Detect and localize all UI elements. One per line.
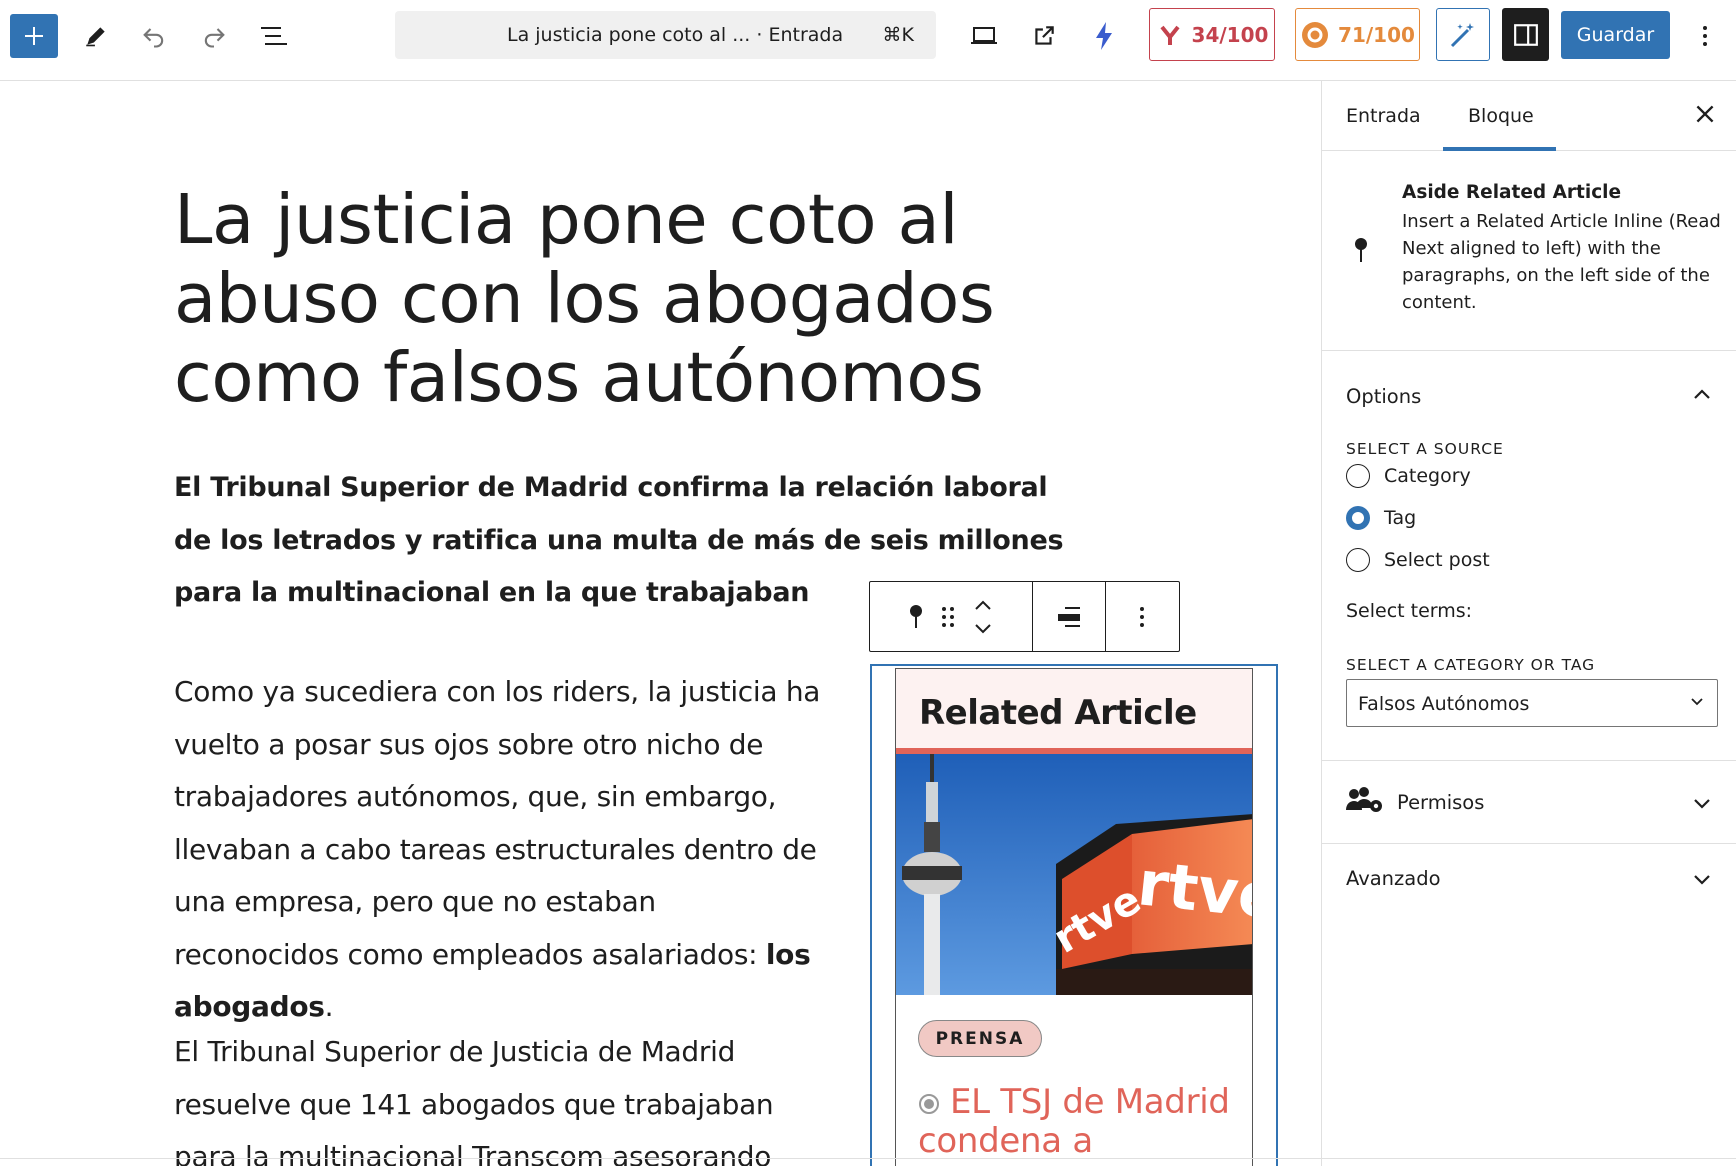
bottom-divider	[0, 1158, 1736, 1159]
tools-button[interactable]	[78, 18, 114, 54]
related-article-tag[interactable]: PRENSA	[918, 1020, 1042, 1057]
related-article-image[interactable]: rtve rtve	[896, 754, 1252, 995]
settings-sidebar: Entrada Bloque Aside Related Article Ins…	[1321, 81, 1736, 1166]
block-description: Insert a Related Article Inline (Read Ne…	[1402, 211, 1721, 313]
options-menu-button[interactable]	[1690, 18, 1720, 54]
related-article-heading: Related Article	[919, 693, 1197, 733]
yoast-score: 34/100	[1191, 22, 1269, 47]
radio-category[interactable]: Category	[1346, 464, 1471, 488]
pin-icon	[1355, 238, 1367, 262]
more-vertical-icon	[1703, 26, 1707, 46]
category-tag-label: SELECT A CATEGORY OR TAG	[1346, 656, 1596, 674]
editor-canvas: La justicia pone coto al abuso con los a…	[0, 81, 1321, 1166]
related-article-block[interactable]: Related Article rtve rtve PRENSA EL TSJ …	[870, 664, 1278, 1166]
undo-icon	[143, 28, 164, 48]
jetpack-boost-button[interactable]	[1084, 16, 1124, 56]
tab-entrada[interactable]: Entrada	[1346, 105, 1421, 127]
command-type: · Entrada	[756, 24, 844, 46]
move-up-down-icon[interactable]	[973, 597, 993, 637]
radio-tag-label: Tag	[1384, 507, 1417, 529]
chevron-down-icon	[1694, 799, 1710, 809]
radio-select-post[interactable]: Select post	[1346, 548, 1490, 572]
radio-dot-icon	[919, 1093, 939, 1114]
rtve-logo-text: rtve	[1134, 846, 1252, 934]
undo-button[interactable]	[136, 18, 172, 54]
settings-panel-toggle[interactable]	[1502, 8, 1549, 61]
command-palette[interactable]: La justicia pone coto al ... · Entrada ⌘…	[395, 11, 936, 59]
chevron-up-icon[interactable]	[1692, 387, 1712, 401]
list-view-icon	[261, 27, 287, 45]
tower-photo-icon: rtve rtve	[896, 754, 1252, 995]
radio-circle	[1346, 548, 1370, 572]
pin-icon[interactable]	[909, 604, 923, 630]
plus-icon	[25, 27, 43, 45]
radio-category-label: Category	[1384, 465, 1471, 487]
chevron-down-icon	[1694, 875, 1710, 885]
command-shortcut: ⌘K	[882, 24, 914, 46]
related-article-body: PRENSA EL TSJ de Madrid condena a	[896, 995, 1252, 1166]
yoast-score-button[interactable]: 34/100	[1149, 8, 1275, 61]
options-panel-title[interactable]: Options	[1346, 385, 1421, 408]
tab-bloque[interactable]: Bloque	[1468, 105, 1534, 127]
lightning-icon	[1096, 22, 1112, 50]
related-article-card: Related Article rtve rtve PRENSA EL TSJ …	[895, 668, 1253, 1166]
yoast-logo-icon	[1157, 22, 1182, 47]
sidebar-tabs: Entrada Bloque	[1322, 81, 1736, 151]
radio-select-post-label: Select post	[1384, 549, 1490, 571]
pencil-icon	[86, 27, 105, 47]
redo-button[interactable]	[196, 18, 232, 54]
chevron-down-icon	[1691, 698, 1703, 706]
radio-tag[interactable]: Tag	[1346, 506, 1416, 530]
permisos-panel[interactable]: Permisos	[1322, 761, 1736, 844]
block-toolbar	[869, 581, 1180, 652]
permisos-panel-title: Permisos	[1397, 791, 1485, 814]
paragraph-1-end: .	[324, 990, 334, 1023]
block-toolbar-group-main	[870, 582, 1033, 651]
command-title: La justicia pone coto al ...	[507, 24, 751, 46]
seo-score-button[interactable]: 71/100	[1295, 8, 1420, 61]
magic-wand-icon	[1450, 22, 1474, 47]
more-vertical-icon[interactable]	[1139, 605, 1145, 629]
radio-circle-selected	[1346, 506, 1370, 530]
save-button[interactable]: Guardar	[1561, 11, 1670, 59]
laptop-icon	[971, 27, 997, 44]
editor-top-bar: La justicia pone coto al ... · Entrada ⌘…	[0, 0, 1736, 81]
paragraph-1-text: Como ya sucediera con los riders, la jus…	[174, 675, 821, 971]
close-icon[interactable]	[1692, 101, 1718, 127]
avanzado-panel-title: Avanzado	[1346, 867, 1441, 890]
related-article-link[interactable]: EL TSJ de Madrid condena a	[918, 1083, 1248, 1161]
post-title[interactable]: La justicia pone coto al abuso con los a…	[174, 181, 1174, 418]
related-article-link-text: EL TSJ de Madrid condena a	[918, 1082, 1230, 1161]
radio-circle	[1346, 464, 1370, 488]
block-card: Aside Related Article Insert a Related A…	[1322, 151, 1736, 351]
add-block-button[interactable]	[10, 14, 58, 58]
redo-icon	[204, 28, 225, 48]
users-gear-icon	[1346, 787, 1382, 812]
ai-assistant-button[interactable]	[1436, 8, 1490, 61]
paragraph-2[interactable]: El Tribunal Superior de Justicia de Madr…	[174, 1026, 824, 1166]
paragraph-1[interactable]: Como ya sucediera con los riders, la jus…	[174, 666, 824, 1034]
block-toolbar-group-align	[1033, 582, 1106, 651]
align-icon[interactable]	[1056, 605, 1082, 629]
avanzado-panel[interactable]: Avanzado	[1322, 844, 1736, 919]
options-panel: Options SELECT A SOURCE Category Tag Sel…	[1322, 351, 1736, 761]
sidebar-icon	[1513, 23, 1538, 46]
document-overview-button[interactable]	[256, 18, 292, 54]
external-link-icon	[1035, 26, 1054, 45]
rankmath-logo-icon	[1302, 21, 1329, 48]
source-label: SELECT A SOURCE	[1346, 440, 1504, 458]
preview-button[interactable]	[964, 18, 1004, 54]
block-name: Aside Related Article	[1402, 182, 1622, 203]
block-toolbar-group-more	[1106, 582, 1178, 651]
drag-handle-icon[interactable]	[941, 606, 955, 628]
seo-score: 71/100	[1338, 22, 1415, 47]
category-tag-value: Falsos Autónomos	[1358, 693, 1530, 715]
terms-label: Select terms:	[1346, 600, 1473, 622]
category-tag-select[interactable]: Falsos Autónomos	[1346, 679, 1718, 727]
view-post-button[interactable]	[1024, 18, 1064, 54]
